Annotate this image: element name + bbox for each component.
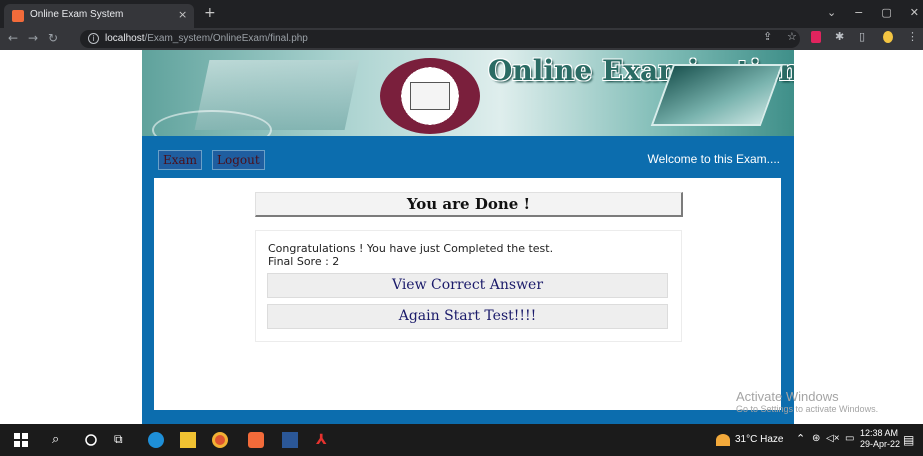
activate-windows-subtitle: Go to Settings to activate Windows. bbox=[736, 404, 879, 414]
university-seal-logo bbox=[380, 58, 480, 134]
volume-icon[interactable]: ◁× bbox=[826, 433, 840, 444]
cortana-icon[interactable] bbox=[84, 432, 100, 448]
exam-link[interactable]: Exam bbox=[158, 150, 203, 170]
address-bar[interactable]: i localhost/Exam_system/OnlineExam/final… bbox=[80, 30, 800, 48]
tab-search-icon[interactable]: ⌄ bbox=[827, 6, 836, 19]
profile-avatar-icon[interactable] bbox=[883, 31, 893, 43]
network-icon[interactable]: ⊛ bbox=[812, 433, 820, 444]
chrome-icon[interactable] bbox=[212, 432, 228, 448]
new-tab-button[interactable]: + bbox=[204, 6, 216, 20]
back-icon[interactable]: ← bbox=[8, 31, 18, 45]
reload-icon[interactable]: ↻ bbox=[48, 31, 58, 45]
word-icon[interactable] bbox=[282, 432, 298, 448]
weather-icon[interactable] bbox=[716, 434, 730, 446]
seal-book-icon bbox=[410, 82, 450, 110]
again-start-test-button[interactable]: Again Start Test!!!! bbox=[267, 304, 668, 329]
browser-tabstrip: Online Exam System × + ⌄ − ▢ ✕ bbox=[0, 0, 923, 28]
tab-title: Online Exam System bbox=[30, 9, 124, 20]
browser-tab[interactable]: Online Exam System × bbox=[4, 4, 194, 28]
extensions-puzzle-icon[interactable]: ✱ bbox=[835, 31, 845, 43]
weather-text[interactable]: 31°C Haze bbox=[735, 434, 783, 445]
edge-icon[interactable] bbox=[148, 432, 164, 448]
tray-chevron-icon[interactable]: ⌃ bbox=[796, 432, 805, 445]
notifications-icon[interactable]: ▤ bbox=[903, 433, 914, 447]
bookmark-star-icon[interactable]: ☆ bbox=[787, 31, 797, 43]
clock-date[interactable]: 29-Apr-22 bbox=[860, 439, 900, 449]
menu-kebab-icon[interactable]: ⋮ bbox=[907, 31, 918, 43]
site-info-icon[interactable]: i bbox=[88, 33, 99, 44]
extension-icon[interactable] bbox=[811, 31, 821, 43]
display-icon[interactable]: ▭ bbox=[845, 433, 854, 444]
browser-toolbar: ← → ↻ i localhost/Exam_system/OnlineExam… bbox=[0, 28, 923, 50]
acrobat-icon[interactable]: ⅄ bbox=[316, 432, 332, 448]
forward-icon[interactable]: → bbox=[28, 31, 38, 45]
xampp-icon[interactable] bbox=[248, 432, 264, 448]
welcome-message: Welcome to this Exam.... bbox=[647, 152, 781, 166]
search-icon[interactable]: ⌕ bbox=[52, 432, 68, 448]
logout-link[interactable]: Logout bbox=[212, 150, 265, 170]
file-explorer-icon[interactable] bbox=[180, 432, 196, 448]
windows-start-icon[interactable] bbox=[14, 432, 30, 448]
windows-taskbar: ⌕ ⧉ ⅄ 31°C Haze ⌃ ⊛ ◁× ▭ 12:38 AM 29-Apr… bbox=[0, 424, 923, 456]
done-heading-box: You are Done ! bbox=[255, 192, 683, 217]
clock-time[interactable]: 12:38 AM bbox=[860, 428, 898, 438]
xampp-favicon-icon bbox=[12, 10, 24, 22]
done-heading: You are Done ! bbox=[406, 195, 531, 213]
toolbar-icons: ⇪ ☆ ✱ ▯ ⋮ bbox=[763, 31, 918, 43]
share-icon[interactable]: ⇪ bbox=[763, 31, 773, 43]
restore-icon[interactable]: ▢ bbox=[881, 6, 891, 19]
minimize-icon[interactable]: − bbox=[854, 6, 863, 19]
final-score: Final Sore : 2 bbox=[268, 255, 340, 268]
task-view-icon[interactable]: ⧉ bbox=[114, 432, 130, 448]
sidebar-icon[interactable]: ▯ bbox=[859, 31, 869, 43]
url-text[interactable]: localhost/Exam_system/OnlineExam/final.p… bbox=[105, 33, 308, 44]
close-window-icon[interactable]: ✕ bbox=[910, 6, 919, 19]
view-correct-answer-button[interactable]: View Correct Answer bbox=[267, 273, 668, 298]
header-banner: Online Examination bbox=[142, 50, 794, 136]
activate-windows-title: Activate Windows bbox=[736, 389, 839, 404]
tab-close-icon[interactable]: × bbox=[178, 8, 187, 21]
congratulations-text: Congratulations ! You have just Complete… bbox=[268, 242, 554, 255]
window-controls: ⌄ − ▢ ✕ bbox=[827, 6, 919, 19]
laptop-graphic-right bbox=[650, 64, 784, 126]
